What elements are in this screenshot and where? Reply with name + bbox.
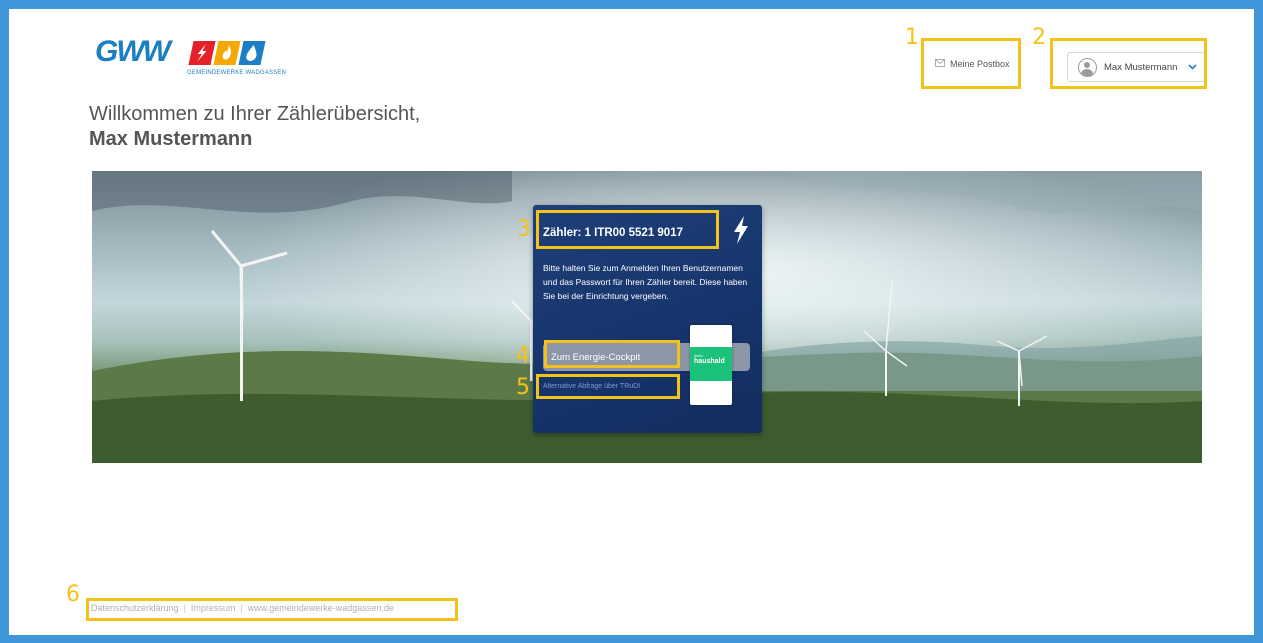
footer-separator: | (183, 603, 186, 613)
electricity-tile-icon (188, 41, 216, 65)
website-link[interactable]: www.gemeindewerke-wadgassen.de (248, 603, 394, 613)
welcome-heading: Willkommen zu Ihrer Zählerübersicht, Max… (89, 103, 420, 151)
welcome-line: Willkommen zu Ihrer Zählerübersicht, (89, 103, 421, 125)
welcome-user-name: Max Mustermann (89, 128, 253, 150)
annotation-number: 2 (1032, 25, 1046, 50)
water-drop-tile-icon (238, 41, 266, 65)
user-avatar-icon (1078, 57, 1097, 77)
user-menu-button[interactable]: Max Mustermann (1067, 52, 1207, 82)
alternative-query-link[interactable]: Alternative Abfrage über TRuDI (543, 383, 640, 390)
meter-card: Zähler: 1 ITR00 5521 9017 Bitte halten S… (533, 205, 762, 433)
postbox-label: Meine Postbox (950, 59, 1010, 69)
meter-description: Bitte halten Sie zum Anmelden Ihren Benu… (543, 263, 748, 301)
postbox-link[interactable]: Meine Postbox (935, 59, 1010, 69)
footer-separator: | (240, 603, 243, 613)
meter-title: Zähler: 1 ITR00 5521 9017 (543, 227, 683, 239)
logo-subtitle: GEMEINDEWERKE WADGASSEN (187, 70, 287, 76)
gww-logo[interactable]: GWW GEMEINDEWERKE WADGASSEN (95, 35, 305, 85)
annotation-number: 3 (517, 217, 531, 242)
privacy-link[interactable]: Datenschutzerklärung (91, 603, 179, 613)
annotation-number: 6 (66, 582, 80, 607)
gas-flame-tile-icon (213, 41, 241, 65)
annotation-number: 5 (516, 375, 530, 400)
chevron-down-icon (1188, 62, 1197, 73)
mein-haushald-badge[interactable]: mein haushald (690, 325, 732, 405)
logo-text: GWW (95, 35, 171, 68)
annotation-number: 4 (516, 343, 530, 368)
imprint-link[interactable]: Impressum (191, 603, 236, 613)
envelope-icon (935, 59, 945, 69)
haushald-logo: mein haushald (690, 347, 732, 381)
annotation-number: 1 (905, 25, 919, 50)
footer-links: Datenschutzerklärung | Impressum | www.gemei… (91, 603, 394, 613)
haushald-label: haushald (694, 358, 725, 365)
lightning-icon (732, 215, 750, 245)
user-name: Max Mustermann (1104, 61, 1178, 73)
page: GWW GEMEINDEWERKE WADGASSEN Meine Postbo… (9, 9, 1254, 635)
